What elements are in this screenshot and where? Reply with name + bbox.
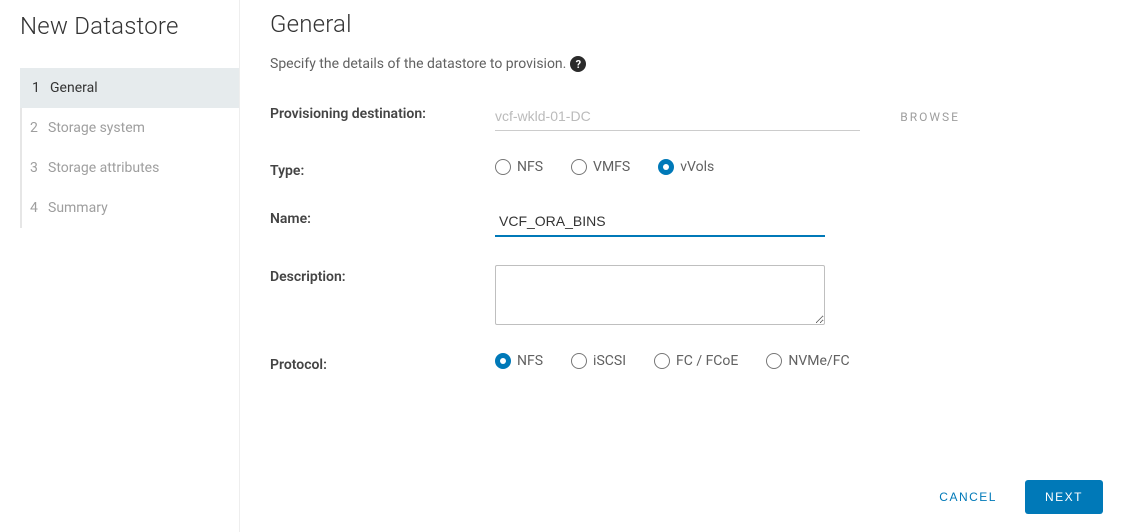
row-description: Description:: [270, 265, 960, 325]
radio-label: iSCSI: [593, 353, 626, 369]
radio-protocol-fcfcoe[interactable]: FC / FCoE: [654, 353, 738, 369]
wizard-sidebar: New Datastore 1 General 2 Storage system…: [0, 0, 240, 532]
label-protocol: Protocol:: [270, 353, 495, 373]
step-num: 3: [30, 160, 42, 176]
radio-protocol-nfs[interactable]: NFS: [495, 353, 543, 369]
footer: CANCEL NEXT: [270, 462, 1109, 532]
step-label: Summary: [48, 200, 108, 216]
name-input[interactable]: [495, 207, 825, 237]
radio-circle-icon: [571, 159, 587, 175]
general-form: Provisioning destination: BROWSE Type: N…: [270, 102, 960, 373]
step-list: 1 General 2 Storage system 3 Storage att…: [20, 68, 239, 228]
page-subtitle-row: Specify the details of the datastore to …: [270, 56, 1109, 72]
radio-circle-icon: [658, 159, 674, 175]
radio-type-vmfs[interactable]: VMFS: [571, 159, 630, 175]
radio-circle-icon: [654, 353, 670, 369]
radio-protocol-iscsi[interactable]: iSCSI: [571, 353, 626, 369]
description-textarea[interactable]: [495, 265, 825, 325]
step-label: Storage attributes: [48, 160, 159, 176]
label-name: Name:: [270, 207, 495, 227]
step-label: Storage system: [48, 120, 145, 136]
next-button[interactable]: NEXT: [1025, 480, 1103, 514]
help-icon[interactable]: ?: [570, 56, 586, 72]
radio-label: FC / FCoE: [676, 353, 738, 369]
main-panel: General Specify the details of the datas…: [240, 0, 1139, 532]
radio-type-nfs[interactable]: NFS: [495, 159, 543, 175]
browse-button[interactable]: BROWSE: [900, 110, 960, 124]
step-num: 2: [30, 120, 42, 136]
step-storage-attributes[interactable]: 3 Storage attributes: [22, 148, 239, 188]
step-label: General: [50, 80, 98, 96]
page-title: General: [270, 10, 1109, 38]
step-storage-system[interactable]: 2 Storage system: [22, 108, 239, 148]
label-type: Type:: [270, 159, 495, 179]
radio-label: NVMe/FC: [788, 353, 849, 369]
page-subtitle: Specify the details of the datastore to …: [270, 56, 566, 72]
row-name: Name:: [270, 207, 960, 237]
label-destination: Provisioning destination:: [270, 102, 495, 122]
radio-protocol-nvmefc[interactable]: NVMe/FC: [766, 353, 849, 369]
label-description: Description:: [270, 265, 495, 285]
row-protocol: Protocol: NFS iSCSI FC / FCoE NVMe/FC: [270, 353, 960, 373]
wizard-title: New Datastore: [20, 12, 239, 40]
radio-type-vvols[interactable]: vVols: [658, 159, 714, 175]
radio-circle-icon: [571, 353, 587, 369]
cancel-button[interactable]: CANCEL: [931, 480, 1005, 514]
radio-circle-icon: [766, 353, 782, 369]
radio-label: NFS: [517, 353, 543, 369]
destination-input[interactable]: [495, 102, 860, 131]
radio-label: vVols: [680, 159, 714, 175]
row-type: Type: NFS VMFS vVols: [270, 159, 960, 179]
row-destination: Provisioning destination: BROWSE: [270, 102, 960, 131]
radio-circle-icon: [495, 353, 511, 369]
step-num: 4: [30, 200, 42, 216]
step-general[interactable]: 1 General: [20, 68, 239, 108]
radio-label: NFS: [517, 159, 543, 175]
radio-circle-icon: [495, 159, 511, 175]
radio-label: VMFS: [593, 159, 630, 175]
step-summary[interactable]: 4 Summary: [22, 188, 239, 228]
step-num: 1: [32, 80, 44, 96]
